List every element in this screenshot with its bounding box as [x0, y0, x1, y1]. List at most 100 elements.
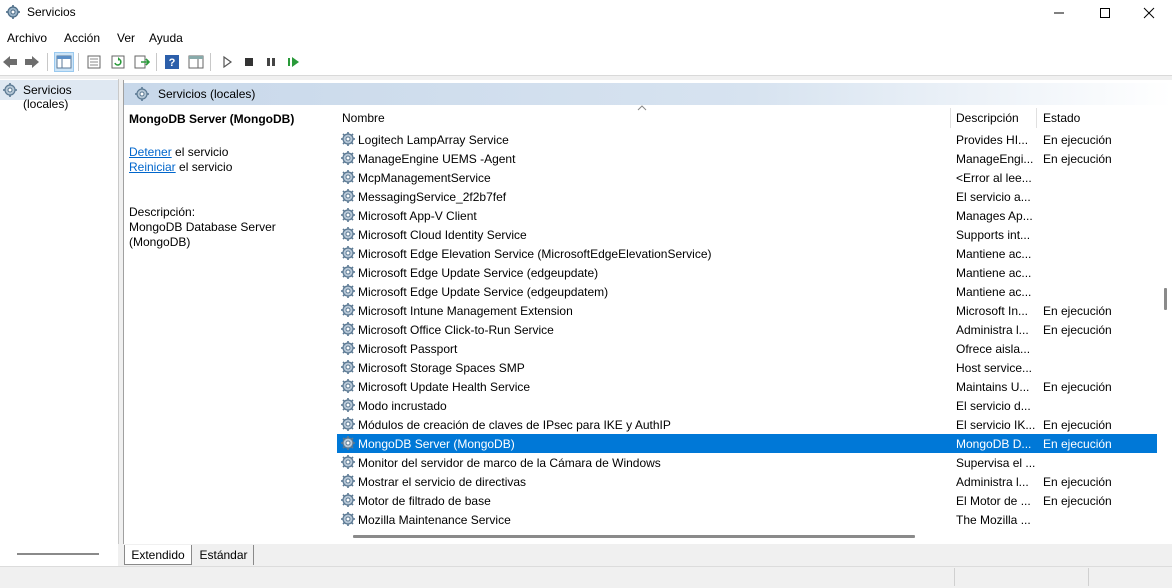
show-action-pane-button[interactable] — [186, 52, 206, 72]
menu-accion[interactable]: Acción — [64, 31, 100, 45]
selected-service-title: MongoDB Server (MongoDB) — [129, 112, 295, 126]
status-bar-divider — [954, 568, 955, 586]
show-hide-console-tree-button[interactable] — [54, 52, 74, 72]
service-description: ManageEngi... — [956, 152, 1034, 166]
service-gear-icon — [340, 150, 356, 166]
service-name: McpManagementService — [358, 171, 491, 185]
service-gear-icon — [340, 473, 356, 489]
service-description: Ofrece aisla... — [956, 342, 1031, 356]
forward-arrow-icon — [25, 56, 39, 68]
service-description: MongoDB D... — [956, 437, 1032, 451]
vertical-scrollbar-thumb[interactable] — [1164, 288, 1167, 310]
tree-item-services-local[interactable]: Servicios (locales) — [0, 80, 118, 111]
service-description: Supports int... — [956, 228, 1031, 242]
table-row[interactable]: Mozilla Maintenance Service The Mozilla .… — [337, 510, 1157, 529]
service-status: En ejecución — [1043, 494, 1112, 508]
back-button[interactable] — [0, 52, 20, 72]
restart-service-link[interactable]: Reiniciar — [129, 160, 176, 174]
service-name: Microsoft Cloud Identity Service — [358, 228, 527, 242]
service-description: El servicio a... — [956, 190, 1031, 204]
close-button[interactable] — [1126, 0, 1172, 26]
service-name: MessagingService_2f2b7fef — [358, 190, 507, 204]
table-row[interactable]: Microsoft App-V Client Manages Ap... — [337, 206, 1157, 225]
toolbar-separator — [210, 53, 211, 71]
back-arrow-icon — [3, 56, 17, 68]
service-gear-icon — [340, 169, 356, 185]
main-pane-header: Servicios (locales) — [124, 83, 1172, 105]
service-name: Microsoft Edge Elevation Service (Micros… — [358, 247, 712, 261]
table-row[interactable]: Microsoft Edge Elevation Service (Micros… — [337, 244, 1157, 263]
restart-service-button[interactable] — [284, 52, 304, 72]
start-service-button[interactable] — [217, 52, 237, 72]
tab-standard[interactable]: Estándar — [194, 545, 254, 565]
help-button[interactable]: ? — [162, 52, 182, 72]
vertical-scrollbar[interactable] — [1157, 105, 1172, 525]
service-status: En ejecución — [1043, 323, 1112, 337]
service-name: Módulos de creación de claves de IPsec p… — [358, 418, 671, 432]
description-text-line1: MongoDB Database Server — [129, 220, 276, 234]
description-label: Descripción: — [129, 205, 196, 219]
table-row[interactable]: Módulos de creación de claves de IPsec p… — [337, 415, 1157, 434]
restart-service-suffix: el servicio — [175, 160, 233, 174]
service-gear-icon — [340, 359, 356, 375]
forward-button[interactable] — [22, 52, 42, 72]
service-gear-icon — [340, 245, 356, 261]
service-name: Microsoft Edge Update Service (edgeupdat… — [358, 266, 599, 280]
service-gear-icon — [340, 207, 356, 223]
restart-icon — [288, 57, 299, 67]
minimize-icon — [1054, 12, 1064, 14]
sort-ascending-icon — [637, 105, 647, 111]
service-description: Mantiene ac... — [956, 247, 1032, 261]
column-header-name-label: Nombre — [342, 111, 385, 125]
service-name: Microsoft Intune Management Extension — [358, 304, 573, 318]
table-row[interactable]: Monitor del servidor de marco de la Cáma… — [337, 453, 1157, 472]
pause-service-button[interactable] — [261, 52, 281, 72]
table-row[interactable]: Microsoft Edge Update Service (edgeupdat… — [337, 282, 1157, 301]
table-row[interactable]: McpManagementService <Error al lee... — [337, 168, 1157, 187]
service-name: Mostrar el servicio de directivas — [358, 475, 527, 489]
table-row[interactable]: Motor de filtrado de base El Motor de ...… — [337, 491, 1157, 510]
horizontal-scrollbar-thumb[interactable] — [353, 535, 915, 538]
service-name: Logitech LampArray Service — [358, 133, 509, 147]
table-row[interactable]: Microsoft Cloud Identity Service Supports… — [337, 225, 1157, 244]
service-status: En ejecución — [1043, 304, 1112, 318]
menu-ayuda[interactable]: Ayuda — [149, 31, 183, 45]
table-row-selected[interactable]: MongoDB Server (MongoDB) MongoDB D... En e… — [337, 434, 1157, 453]
tree-item-label: Servicios (locales) — [23, 83, 72, 111]
table-row[interactable]: Microsoft Intune Management Extension Mic… — [337, 301, 1157, 320]
minimize-button[interactable] — [1036, 0, 1082, 26]
service-name: Microsoft Update Health Service — [358, 380, 531, 394]
menu-archivo[interactable]: Archivo — [7, 31, 47, 45]
maximize-button[interactable] — [1082, 0, 1128, 26]
service-description: Administra l... — [956, 323, 1029, 337]
stop-service-button[interactable] — [239, 52, 259, 72]
table-row[interactable]: Microsoft Storage Spaces SMP Host service… — [337, 358, 1157, 377]
export-list-button[interactable] — [132, 52, 152, 72]
status-bar — [0, 566, 1172, 588]
service-description: Mantiene ac... — [956, 285, 1032, 299]
table-row[interactable]: Microsoft Edge Update Service (edgeupdat… — [337, 263, 1157, 282]
service-gear-icon — [340, 188, 356, 204]
service-gear-icon — [340, 131, 356, 147]
services-gear-icon — [135, 87, 149, 101]
column-header-status[interactable]: Estado — [1037, 105, 1157, 131]
table-row[interactable]: Mostrar el servicio de directivas Adminis… — [337, 472, 1157, 491]
table-row[interactable]: Microsoft Update Health Service Maintains… — [337, 377, 1157, 396]
refresh-button[interactable] — [108, 52, 128, 72]
service-gear-icon — [340, 492, 356, 508]
menu-ver[interactable]: Ver — [117, 31, 135, 45]
service-name: Mozilla Maintenance Service — [358, 513, 511, 527]
properties-button[interactable] — [84, 52, 104, 72]
column-header-name[interactable]: Nombre — [337, 105, 950, 131]
service-name: Microsoft Edge Update Service (edgeupdat… — [358, 285, 609, 299]
column-header-description[interactable]: Descripción — [951, 105, 1035, 131]
table-row[interactable]: Microsoft Passport Ofrece aisla... — [337, 339, 1157, 358]
table-row[interactable]: Logitech LampArray Service Provides HI...… — [337, 130, 1157, 149]
tab-extended[interactable]: Extendido — [124, 545, 192, 565]
tree-horizontal-scrollbar[interactable] — [17, 553, 99, 555]
table-row[interactable]: Modo incrustado El servicio d... — [337, 396, 1157, 415]
table-row[interactable]: ManageEngine UEMS -Agent ManageEngi... En … — [337, 149, 1157, 168]
table-row[interactable]: Microsoft Office Click-to-Run Service Adm… — [337, 320, 1157, 339]
table-row[interactable]: MessagingService_2f2b7fef El servicio a..… — [337, 187, 1157, 206]
stop-service-link[interactable]: Detener — [129, 145, 172, 159]
